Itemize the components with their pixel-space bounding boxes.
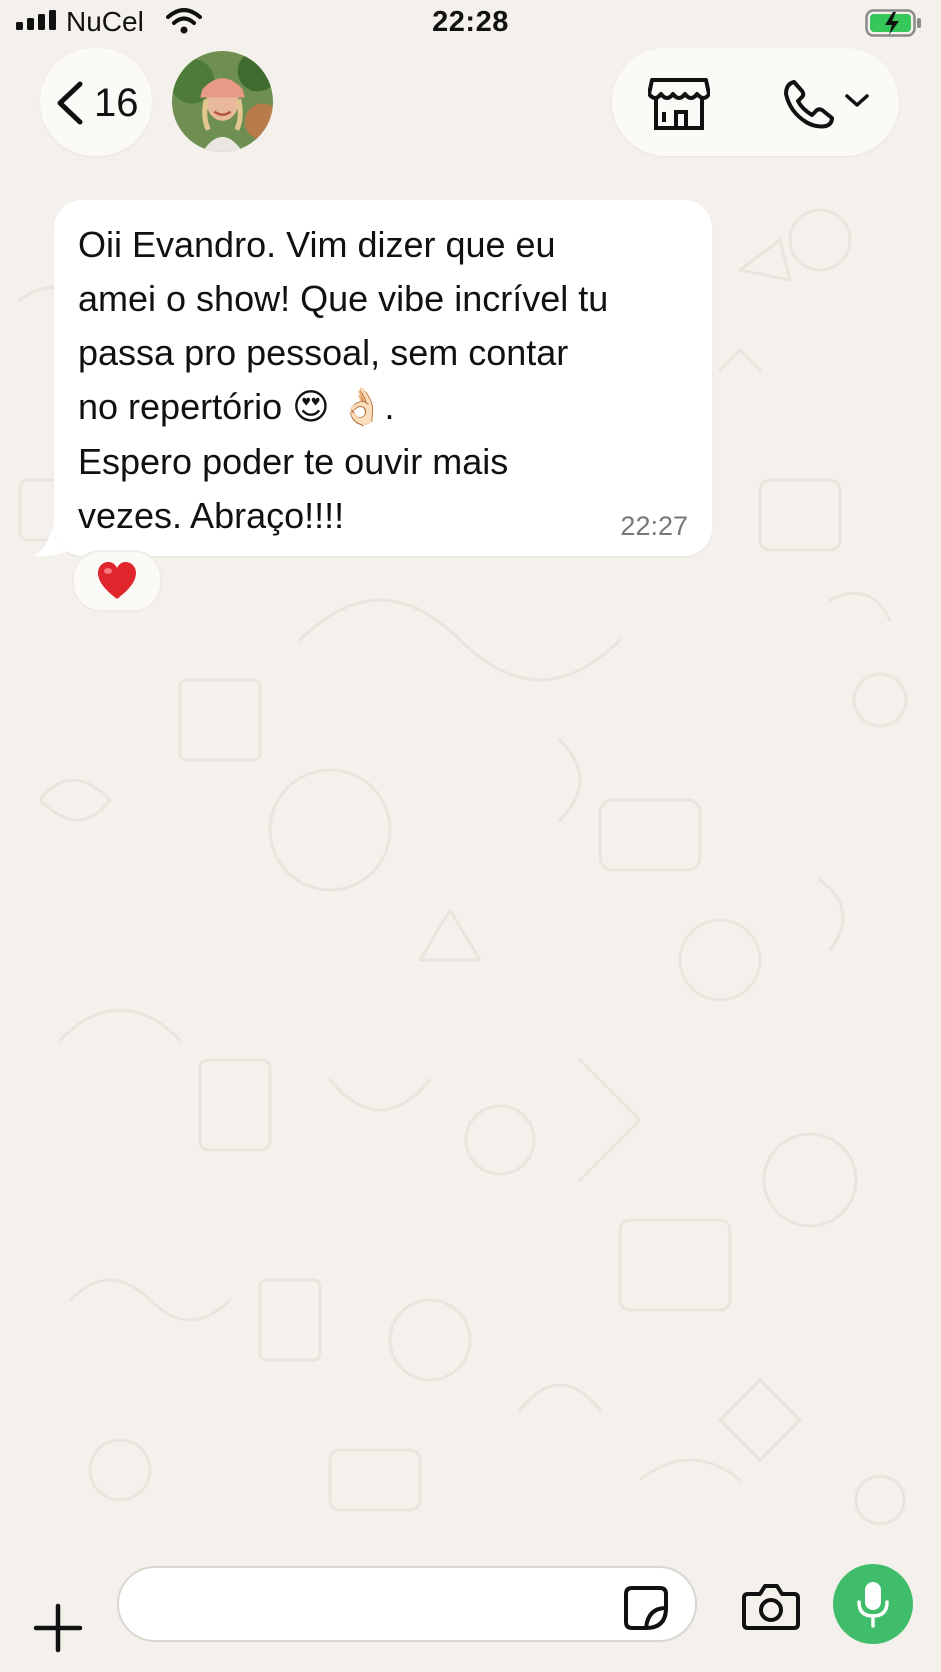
incoming-message-bubble[interactable]: Oii Evandro. Vim dizer que eu amei o sho… [54,200,712,556]
red-heart-icon [98,562,136,599]
message-line: . [384,386,395,427]
message-line: no repertório [78,386,293,427]
camera-icon[interactable] [742,1582,800,1632]
message-line: vezes. Abraço!!!! [78,495,345,536]
storefront-icon[interactable] [648,76,710,132]
ok-hand-emoji: 👌🏻 [339,387,385,428]
back-button[interactable]: 16 [40,48,152,156]
phone-icon[interactable] [782,78,838,130]
message-line: amei o show! Que vibe incrível tu [78,278,609,319]
message-composer [0,1550,941,1672]
message-input[interactable] [117,1566,697,1642]
microphone-button[interactable] [833,1564,913,1644]
microphone-icon [857,1582,889,1628]
unread-count: 16 [94,81,139,125]
message-line: Espero poder te ouvir mais [78,441,509,482]
status-time: 22:28 [432,6,509,38]
status-bar: NuCel 22:28 [0,0,941,46]
plus-icon[interactable] [32,1602,84,1654]
message-text: Oii Evandro. Vim dizer que eu amei o sho… [78,218,692,543]
message-line: Oii Evandro. Vim dizer que eu [78,224,556,265]
chat-header: 16 [0,46,941,164]
chevron-down-icon[interactable] [844,92,870,110]
heart-eyes-emoji: 😍 [292,387,330,428]
message-line: passa pro pessoal, sem contar [78,332,569,373]
contact-avatar-photo [172,51,273,152]
contact-avatar[interactable] [172,51,273,152]
sticker-icon[interactable] [622,1584,670,1632]
message-timestamp: 22:27 [620,511,688,541]
message-reaction[interactable] [72,550,162,612]
battery-charging-icon [865,9,921,37]
chevron-left-icon [57,81,83,125]
header-actions [612,48,899,156]
